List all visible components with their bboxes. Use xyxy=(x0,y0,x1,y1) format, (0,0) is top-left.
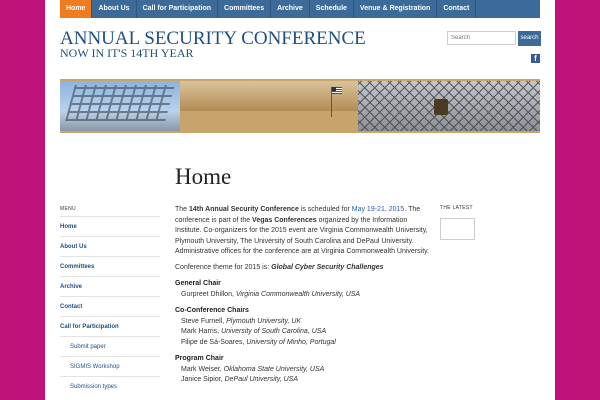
person-row: Mark Harris, University of South Carolin… xyxy=(175,327,433,338)
person-name: Mark Harris, xyxy=(181,328,222,335)
sidebar-item-home[interactable]: Home xyxy=(60,216,160,236)
search-input[interactable] xyxy=(447,31,516,45)
person-name: Steve Furnell, xyxy=(181,317,227,325)
theme-line: Conference theme for 2015 is: Global Cyb… xyxy=(175,263,433,274)
nav-home[interactable]: Home xyxy=(60,0,93,18)
person-org: DePaul University, USA xyxy=(224,376,298,383)
vegas-conferences: Vegas Conferences xyxy=(252,216,317,224)
program-chair-heading: Program Chair xyxy=(175,355,224,362)
search-button[interactable]: search xyxy=(518,31,541,46)
sidebar-item-call-for-participation[interactable]: Call for Participation xyxy=(60,316,160,336)
person-org: Oklahoma State University, USA xyxy=(223,365,325,373)
page: Home About Us Call for Participation Com… xyxy=(45,0,555,400)
latest-heading: THE LATEST xyxy=(440,205,473,211)
nav-about-us[interactable]: About Us xyxy=(92,0,137,18)
sidebar-menu: Home About Us Committees Archive Contact… xyxy=(60,216,160,396)
sidebar-heading: MENU xyxy=(60,206,76,212)
person-org: Virginia Commonwealth University, USA xyxy=(235,290,361,298)
nav-committees[interactable]: Committees xyxy=(218,0,272,18)
intro-paragraph: The 14th Annual Security Conference is s… xyxy=(175,205,433,258)
person-name: Filipe de Sá-Soares, xyxy=(181,338,247,346)
banner-image-fence-lock xyxy=(358,81,540,131)
banner-image-soldier xyxy=(180,81,358,131)
person-row: Janice Sipior, DePaul University, USA xyxy=(175,375,433,386)
sidebar-subitem-sigmis-workshop[interactable]: SIGMIS Workshop xyxy=(60,356,160,376)
nav-schedule[interactable]: Schedule xyxy=(310,0,354,18)
site-subtitle: NOW IN IT'S 14TH YEAR xyxy=(60,46,194,60)
main-content: The 14th Annual Security Conference is s… xyxy=(175,205,433,386)
sidebar-subitem-submit-paper[interactable]: Submit paper xyxy=(60,336,160,356)
theme-label: Conference theme for 2015 is: xyxy=(175,263,272,271)
intro-text: The xyxy=(175,206,190,213)
sidebar-item-archive[interactable]: Archive xyxy=(60,276,160,296)
header-banner xyxy=(60,79,540,133)
conference-dates-link[interactable]: May 19-21, 2015 xyxy=(352,206,405,213)
co-chairs-heading: Co-Conference Chairs xyxy=(175,307,249,314)
sidebar-item-committees[interactable]: Committees xyxy=(60,256,160,276)
person-row: Mark Weiser, Oklahoma State University, … xyxy=(175,365,433,376)
person-org: University of South Carolina, USA xyxy=(221,328,327,335)
person-org: University of Minho, Portugal xyxy=(246,338,336,346)
nav-call-for-participation[interactable]: Call for Participation xyxy=(137,0,219,18)
conference-name: 14th Annual Security Conference xyxy=(189,206,299,213)
person-name: Gurpreet Dhillon, xyxy=(181,290,236,298)
top-nav: Home About Us Call for Participation Com… xyxy=(60,0,540,18)
sidebar-item-about-us[interactable]: About Us xyxy=(60,236,160,256)
nav-contact[interactable]: Contact xyxy=(437,0,477,18)
nav-venue-registration[interactable]: Venue & Registration xyxy=(354,0,438,18)
person-row: Gurpreet Dhillon, Virginia Commonwealth … xyxy=(175,290,433,301)
person-row: Steve Furnell, Plymouth University, UK xyxy=(175,317,433,328)
person-row: Filipe de Sá-Soares, University of Minho… xyxy=(175,338,433,349)
person-name: Mark Weiser, xyxy=(181,365,224,373)
facebook-icon[interactable]: f xyxy=(531,54,540,63)
person-name: Janice Sipior, xyxy=(181,376,225,383)
theme-title: Global Cyber Security Challenges xyxy=(271,263,384,271)
nav-archive[interactable]: Archive xyxy=(271,0,310,18)
banner-image-solar-panel xyxy=(60,81,180,131)
latest-widget[interactable] xyxy=(440,218,475,240)
person-org: Plymouth University, UK xyxy=(226,317,302,325)
sidebar-subitem-submission-types[interactable]: Submission types xyxy=(60,376,160,396)
page-title: Home xyxy=(175,164,232,189)
general-chair-heading: General Chair xyxy=(175,280,221,287)
intro-text: is scheduled for xyxy=(298,206,352,213)
sidebar-item-contact[interactable]: Contact xyxy=(60,296,160,316)
